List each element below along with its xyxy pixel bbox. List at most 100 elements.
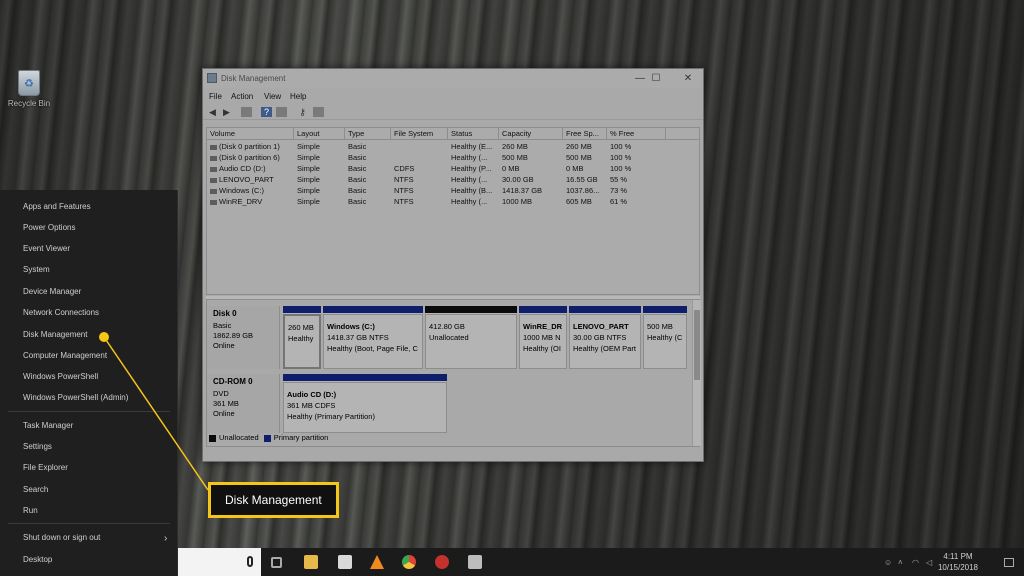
col-capacity[interactable]: Capacity bbox=[499, 128, 563, 140]
menu-file[interactable]: File bbox=[209, 92, 222, 101]
app-icon[interactable] bbox=[435, 555, 449, 569]
microphone-icon[interactable] bbox=[247, 556, 253, 567]
cell-text: 55 % bbox=[610, 175, 628, 184]
search-box[interactable] bbox=[178, 548, 261, 576]
disk-management-window: Disk Management — ☐ ✕ File Action View H… bbox=[202, 68, 704, 462]
partition-winre-drv[interactable]: WinRE_DR 1000 MB N Healthy (OI bbox=[519, 306, 567, 369]
partition-size: 260 MB bbox=[288, 323, 314, 332]
scrollbar-thumb[interactable] bbox=[694, 310, 700, 380]
volume-row[interactable]: LENOVO_PART Simple Basic NTFS Healthy (... 30… bbox=[207, 174, 699, 185]
chrome-icon[interactable] bbox=[402, 555, 416, 569]
partition-size: 500 MB bbox=[647, 322, 673, 331]
menu-item-run[interactable]: Run bbox=[23, 506, 38, 515]
recycle-bin[interactable]: Recycle Bin bbox=[4, 70, 54, 108]
volume-cell: 260 MB bbox=[563, 141, 607, 152]
col-percent-free[interactable]: % Free bbox=[607, 128, 666, 140]
menu-item-task-manager[interactable]: Task Manager bbox=[23, 421, 73, 430]
menu-item-windows-powershell[interactable]: Windows PowerShell bbox=[23, 372, 98, 381]
partition-audio-cd[interactable]: Audio CD (D:) 361 MB CDFS Healthy (Primary… bbox=[283, 374, 447, 433]
col-layout[interactable]: Layout bbox=[294, 128, 345, 140]
menu-item-file-explorer[interactable]: File Explorer bbox=[23, 463, 68, 472]
volume-row[interactable]: WinRE_DRV Simple Basic NTFS Healthy (... 1000… bbox=[207, 196, 699, 207]
volume-row[interactable]: (Disk 0 partition 6) Simple Basic Healthy (… bbox=[207, 152, 699, 163]
menu-item-search[interactable]: Search bbox=[23, 485, 48, 494]
menu-item-apps-and-features[interactable]: Apps and Features bbox=[23, 202, 91, 211]
wifi-icon[interactable]: ◠ bbox=[912, 558, 921, 567]
volume-cell: 100 % bbox=[607, 141, 666, 152]
col-free-space[interactable]: Free Sp... bbox=[563, 128, 607, 140]
menu-item-system[interactable]: System bbox=[23, 265, 50, 274]
person-icon[interactable]: ☺ bbox=[884, 558, 893, 567]
disk0-info[interactable]: Disk 0 Basic 1862.89 GB Online bbox=[207, 306, 280, 369]
help-icon[interactable]: ? bbox=[261, 107, 272, 117]
menu-item-power-options[interactable]: Power Options bbox=[23, 223, 75, 232]
volume-cell: Simple bbox=[294, 174, 345, 185]
menu-item-windows-powershell-admin[interactable]: Windows PowerShell (Admin) bbox=[23, 393, 128, 402]
menu-item-disk-management[interactable]: Disk Management bbox=[23, 330, 87, 339]
list-view-icon[interactable] bbox=[241, 107, 252, 117]
volume-row[interactable]: (Disk 0 partition 1) Simple Basic Healthy (… bbox=[207, 141, 699, 152]
forward-arrow-icon[interactable]: ▶ bbox=[221, 107, 232, 117]
partition-size: 361 MB CDFS bbox=[287, 401, 336, 410]
col-type[interactable]: Type bbox=[345, 128, 391, 140]
cell-text: Basic bbox=[348, 186, 367, 195]
partition-windows-c[interactable]: Windows (C:) 1418.37 GB NTFS Healthy (Boot… bbox=[323, 306, 423, 369]
menu-item-desktop[interactable]: Desktop bbox=[23, 555, 52, 564]
graph-scrollbar[interactable] bbox=[692, 300, 701, 446]
cell-text: 500 MB bbox=[566, 153, 592, 162]
menu-separator bbox=[8, 523, 170, 524]
menu-item-network-connections[interactable]: Network Connections bbox=[23, 308, 99, 317]
partition-unallocated[interactable]: 412.80 GB Unallocated bbox=[425, 306, 517, 369]
clock[interactable]: 4:11 PM 10/15/2018 bbox=[938, 551, 978, 573]
cell-text: 16.55 GB bbox=[566, 175, 598, 184]
properties-icon[interactable] bbox=[276, 107, 287, 117]
back-arrow-icon[interactable]: ◀ bbox=[207, 107, 218, 117]
volume-row[interactable]: Windows (C:) Simple Basic NTFS Healthy (B...… bbox=[207, 185, 699, 196]
app-icon-2[interactable] bbox=[468, 555, 482, 569]
cell-text: Healthy (... bbox=[451, 175, 488, 184]
partition-disk0-1[interactable]: 260 MB Healthy bbox=[283, 306, 321, 369]
menu-item-settings[interactable]: Settings bbox=[23, 442, 52, 451]
menu-action[interactable]: Action bbox=[231, 92, 253, 101]
volume-cell: 61 % bbox=[607, 196, 666, 207]
store-icon[interactable] bbox=[338, 555, 352, 569]
col-status[interactable]: Status bbox=[448, 128, 499, 140]
maximize-button[interactable]: ☐ bbox=[643, 71, 669, 86]
menu-help[interactable]: Help bbox=[290, 92, 306, 101]
col-volume[interactable]: Volume bbox=[207, 128, 294, 140]
menu-item-shut-down-or-sign-out[interactable]: Shut down or sign out bbox=[23, 533, 100, 542]
file-explorer-icon[interactable] bbox=[304, 555, 318, 569]
cell-text: 260 MB bbox=[566, 142, 592, 151]
partition-lenovo-part[interactable]: LENOVO_PART 30.00 GB NTFS Healthy (OEM Par… bbox=[569, 306, 641, 369]
console-icon[interactable] bbox=[313, 107, 324, 117]
partition-size: 412.80 GB bbox=[429, 322, 465, 331]
key-icon[interactable]: ⚷ bbox=[297, 107, 308, 117]
cell-text: Healthy (... bbox=[451, 197, 488, 206]
task-view-icon[interactable] bbox=[271, 557, 282, 568]
partition-disk0-6[interactable]: 500 MB Healthy (C bbox=[643, 306, 687, 369]
menu-bar: File Action View Help bbox=[203, 89, 703, 103]
close-button[interactable]: ✕ bbox=[675, 71, 701, 86]
col-file-system[interactable]: File System bbox=[391, 128, 448, 140]
cdrom-name: CD-ROM 0 bbox=[213, 377, 253, 386]
menu-item-event-viewer[interactable]: Event Viewer bbox=[23, 244, 70, 253]
volume-icon[interactable]: ◁ bbox=[926, 558, 935, 567]
title-bar[interactable]: Disk Management — ☐ ✕ bbox=[203, 69, 703, 88]
chevron-up-icon[interactable]: ˄ bbox=[898, 558, 907, 567]
volume-row[interactable]: Audio CD (D:) Simple Basic CDFS Healthy (P..… bbox=[207, 163, 699, 174]
cdrom-info[interactable]: CD-ROM 0 DVD 361 MB Online bbox=[207, 374, 280, 433]
menu-item-device-manager[interactable]: Device Manager bbox=[23, 287, 81, 296]
cell-text: 260 MB bbox=[502, 142, 528, 151]
cell-text: Windows (C:) bbox=[219, 186, 265, 195]
cell-text: Healthy (B... bbox=[451, 186, 493, 195]
volume-list: Volume Layout Type File System Status Ca… bbox=[206, 127, 700, 295]
cell-text: Basic bbox=[348, 164, 367, 173]
cdrom-size: 361 MB bbox=[213, 399, 239, 408]
drive-icon bbox=[210, 155, 217, 161]
vlc-icon[interactable] bbox=[370, 555, 384, 569]
notifications-icon[interactable] bbox=[1004, 558, 1014, 567]
cell-text: Simple bbox=[297, 153, 320, 162]
menu-view[interactable]: View bbox=[264, 92, 281, 101]
cell-text: 73 % bbox=[610, 186, 628, 195]
menu-item-computer-management[interactable]: Computer Management bbox=[23, 351, 107, 360]
